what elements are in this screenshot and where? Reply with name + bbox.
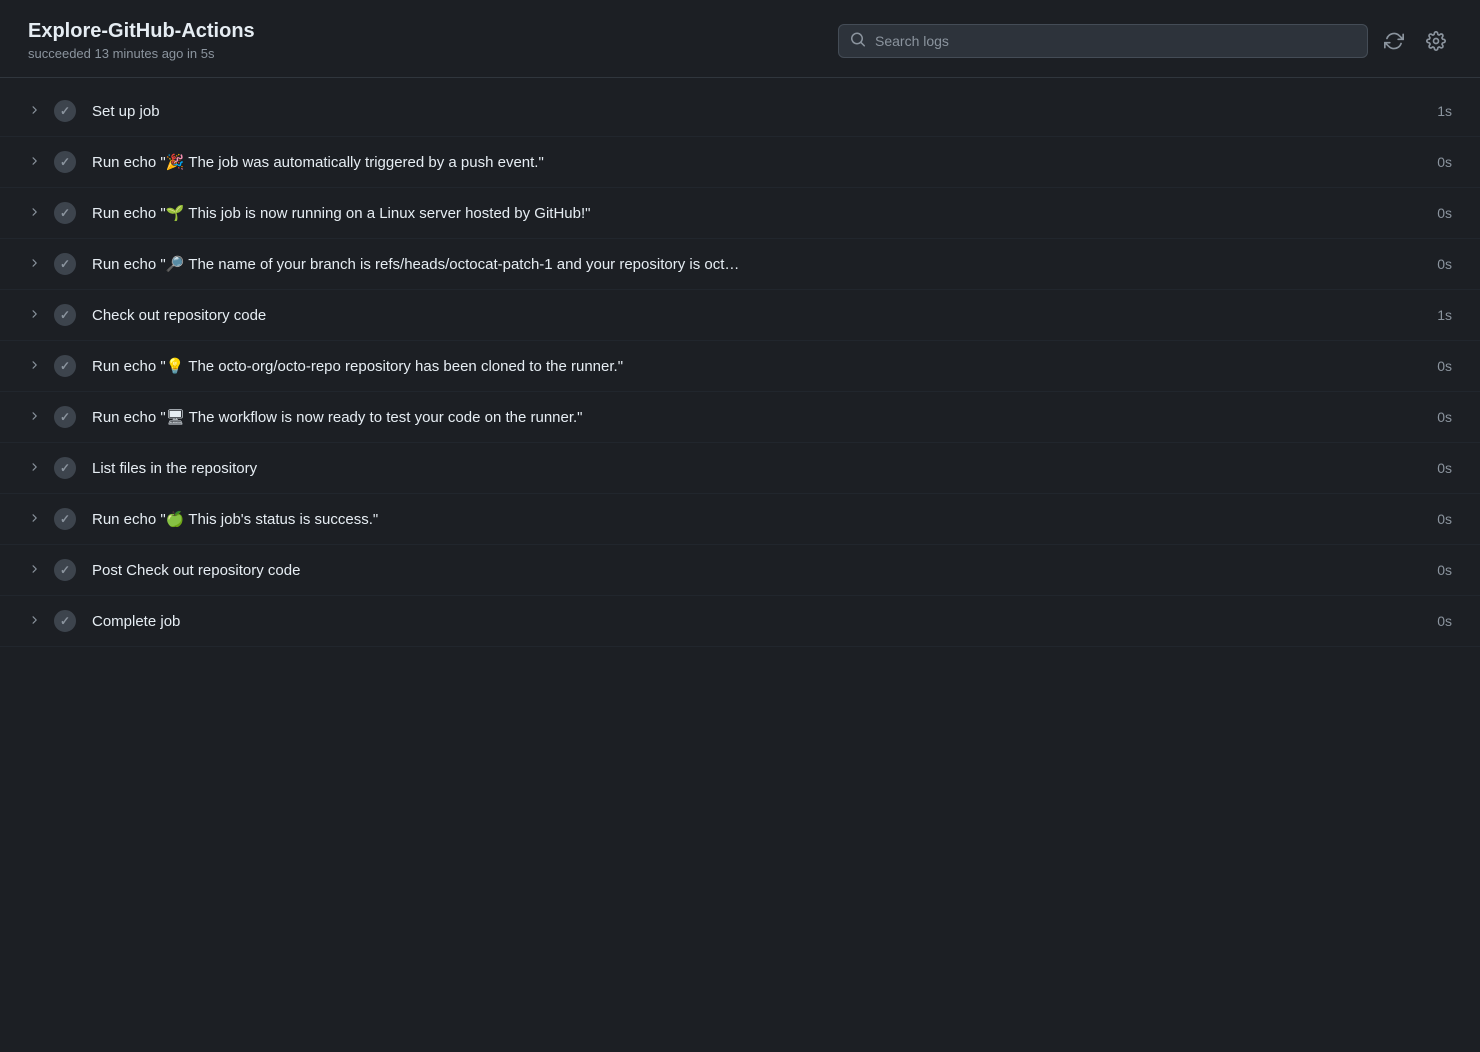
job-label: Post Check out repository code [92, 562, 1424, 579]
job-label: Run echo "🎉 The job was automatically tr… [92, 153, 1424, 171]
status-icon [54, 559, 76, 581]
check-circle [54, 406, 76, 428]
chevron-right-icon [28, 613, 40, 629]
job-duration: 0s [1424, 562, 1452, 578]
table-row[interactable]: Run echo "🔎 The name of your branch is r… [0, 239, 1480, 290]
table-row[interactable]: Run echo "🌱 This job is now running on a… [0, 188, 1480, 239]
chevron-right-icon [28, 511, 40, 527]
page-title: Explore-GitHub-Actions [28, 20, 255, 43]
status-icon [54, 355, 76, 377]
settings-icon [1426, 31, 1446, 51]
check-circle [54, 304, 76, 326]
job-label: Run echo "🖥 The workflow is now ready to… [92, 408, 1424, 426]
chevron-right-icon [28, 358, 40, 374]
table-row[interactable]: Run echo "💡 The octo-org/octo-repo repos… [0, 341, 1480, 392]
table-row[interactable]: Run echo "🍏 This job's status is success… [0, 494, 1480, 545]
table-row[interactable]: Run echo "🖥 The workflow is now ready to… [0, 392, 1480, 443]
job-label: Set up job [92, 103, 1424, 120]
chevron-right-icon [28, 562, 40, 578]
job-duration: 0s [1424, 205, 1452, 221]
status-icon [54, 610, 76, 632]
chevron-right-icon [28, 409, 40, 425]
status-icon [54, 100, 76, 122]
check-circle [54, 151, 76, 173]
status-icon [54, 457, 76, 479]
chevron-right-icon [28, 256, 40, 272]
job-duration: 0s [1424, 256, 1452, 272]
job-duration: 0s [1424, 511, 1452, 527]
table-row[interactable]: List files in the repository 0s [0, 443, 1480, 494]
refresh-icon [1384, 31, 1404, 51]
check-circle [54, 610, 76, 632]
header-right [838, 24, 1452, 58]
status-icon [54, 304, 76, 326]
search-container [838, 24, 1368, 58]
status-icon [54, 151, 76, 173]
chevron-right-icon [28, 154, 40, 170]
header: Explore-GitHub-Actions succeeded 13 minu… [0, 0, 1480, 78]
chevron-right-icon [28, 103, 40, 119]
refresh-button[interactable] [1378, 25, 1410, 57]
check-circle [54, 100, 76, 122]
check-circle [54, 202, 76, 224]
status-icon [54, 406, 76, 428]
job-label: Run echo "🍏 This job's status is success… [92, 510, 1424, 528]
job-label: Run echo "🌱 This job is now running on a… [92, 204, 1424, 222]
search-input[interactable] [838, 24, 1368, 58]
check-circle [54, 253, 76, 275]
job-label: Run echo "💡 The octo-org/octo-repo repos… [92, 357, 1424, 375]
job-duration: 0s [1424, 409, 1452, 425]
job-duration: 0s [1424, 460, 1452, 476]
job-label: Run echo "🔎 The name of your branch is r… [92, 255, 1424, 273]
status-icon [54, 253, 76, 275]
job-duration: 0s [1424, 613, 1452, 629]
chevron-right-icon [28, 205, 40, 221]
table-row[interactable]: Run echo "🎉 The job was automatically tr… [0, 137, 1480, 188]
status-icon [54, 202, 76, 224]
settings-button[interactable] [1420, 25, 1452, 57]
status-icon [54, 508, 76, 530]
job-duration: 1s [1424, 103, 1452, 119]
job-duration: 0s [1424, 154, 1452, 170]
check-circle [54, 559, 76, 581]
check-circle [54, 457, 76, 479]
job-label: Check out repository code [92, 307, 1424, 324]
check-circle [54, 508, 76, 530]
table-row[interactable]: Complete job 0s [0, 596, 1480, 647]
jobs-list: Set up job 1s Run echo "🎉 The job was au… [0, 78, 1480, 655]
table-row[interactable]: Post Check out repository code 0s [0, 545, 1480, 596]
header-left: Explore-GitHub-Actions succeeded 13 minu… [28, 20, 255, 61]
job-label: List files in the repository [92, 460, 1424, 477]
chevron-right-icon [28, 460, 40, 476]
table-row[interactable]: Set up job 1s [0, 86, 1480, 137]
table-row[interactable]: Check out repository code 1s [0, 290, 1480, 341]
job-duration: 1s [1424, 307, 1452, 323]
check-circle [54, 355, 76, 377]
job-duration: 0s [1424, 358, 1452, 374]
page-subtitle: succeeded 13 minutes ago in 5s [28, 46, 255, 61]
chevron-right-icon [28, 307, 40, 323]
job-label: Complete job [92, 613, 1424, 630]
